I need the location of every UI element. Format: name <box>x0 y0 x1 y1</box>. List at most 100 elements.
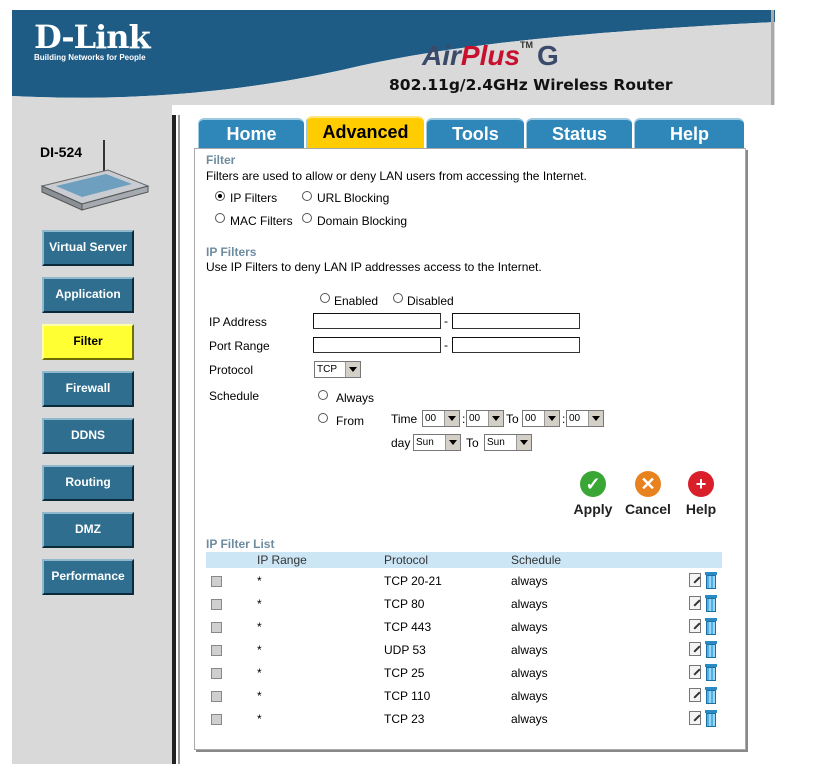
tab-help[interactable]: Help <box>634 118 744 148</box>
row-checkbox[interactable] <box>211 622 222 633</box>
time-colon-1: : <box>462 412 466 426</box>
table-row: * TCP 110 always <box>206 687 722 708</box>
tab-home[interactable]: Home <box>198 118 304 148</box>
brand-plus: Plus <box>460 40 521 71</box>
row-checkbox[interactable] <box>211 576 222 587</box>
sidebar-item-filter[interactable]: Filter <box>42 324 134 360</box>
ip-filters-radio[interactable] <box>215 191 225 201</box>
time-to-hour-select[interactable]: 00 <box>522 410 560 427</box>
trash-icon[interactable] <box>705 641 717 658</box>
trash-icon[interactable] <box>705 595 717 612</box>
ip-filters-title: IP Filters <box>206 245 257 259</box>
row-protocol: TCP 110 <box>384 689 431 703</box>
apply-button[interactable]: ✓ Apply <box>570 471 616 517</box>
url-blocking-radio[interactable] <box>302 191 312 201</box>
chevron-down-icon <box>445 435 460 450</box>
from-label: From <box>336 414 364 428</box>
chevron-down-icon <box>588 411 603 426</box>
protocol-select-value: TCP <box>317 364 337 375</box>
help-button[interactable]: + Help <box>680 471 722 517</box>
ip-address-start-input[interactable] <box>313 313 441 329</box>
trash-icon[interactable] <box>705 572 717 589</box>
row-checkbox[interactable] <box>211 714 222 725</box>
tab-advanced[interactable]: Advanced <box>306 116 424 148</box>
sidebar-item-virtual-server[interactable]: Virtual Server <box>42 230 134 266</box>
airplus-g-logo: AirPlusTM G <box>422 40 559 72</box>
sidebar-item-performance[interactable]: Performance <box>42 559 134 595</box>
edit-icon[interactable] <box>689 665 701 679</box>
sidebar-item-dmz[interactable]: DMZ <box>42 512 134 548</box>
row-protocol: TCP 80 <box>384 597 425 611</box>
chevron-down-icon <box>345 362 360 377</box>
filter-title: Filter <box>206 153 236 167</box>
port-range-dash: - <box>444 338 448 352</box>
trash-icon[interactable] <box>705 664 717 681</box>
day-to-select[interactable]: Sun <box>484 434 532 451</box>
day-to-label: To <box>466 436 479 450</box>
edit-icon[interactable] <box>689 711 701 725</box>
column-ip-range: IP Range <box>257 553 307 567</box>
row-schedule: always <box>511 643 548 657</box>
chevron-down-icon <box>444 411 459 426</box>
edit-icon[interactable] <box>689 573 701 587</box>
from-radio[interactable] <box>318 413 328 423</box>
tab-status[interactable]: Status <box>526 118 632 148</box>
sidebar-item-ddns[interactable]: DDNS <box>42 418 134 454</box>
sidebar-divider <box>172 115 176 764</box>
row-checkbox[interactable] <box>211 599 222 610</box>
trash-icon[interactable] <box>705 687 717 704</box>
trash-icon[interactable] <box>705 618 717 635</box>
row-protocol: TCP 25 <box>384 666 425 680</box>
ip-range-dash: - <box>444 314 448 328</box>
row-schedule: always <box>511 574 548 588</box>
row-ip-range: * <box>257 620 262 634</box>
port-end-input[interactable] <box>452 337 580 353</box>
trash-icon[interactable] <box>705 710 717 727</box>
port-start-input[interactable] <box>313 337 441 353</box>
column-schedule: Schedule <box>511 553 562 567</box>
edit-icon[interactable] <box>689 596 701 610</box>
row-protocol: TCP 23 <box>384 712 425 726</box>
ip-filters-label: IP Filters <box>230 191 278 205</box>
cancel-button[interactable]: ✕ Cancel <box>622 471 674 517</box>
time-colon-2: : <box>562 412 566 426</box>
header-right-edge <box>771 10 774 105</box>
always-radio[interactable] <box>318 390 328 400</box>
row-checkbox[interactable] <box>211 691 222 702</box>
chevron-down-icon <box>544 411 559 426</box>
time-to-label: To <box>506 412 519 426</box>
row-checkbox[interactable] <box>211 668 222 679</box>
disabled-radio[interactable] <box>393 293 403 303</box>
row-checkbox[interactable] <box>211 645 222 656</box>
time-from-hour-select[interactable]: 00 <box>422 410 460 427</box>
time-from-hour-value: 00 <box>425 413 437 424</box>
always-label: Always <box>336 391 375 405</box>
row-ip-range: * <box>257 666 262 680</box>
brand-air: Air <box>422 40 461 71</box>
day-label: day <box>391 436 411 450</box>
time-from-min-select[interactable]: 00 <box>466 410 504 427</box>
edit-icon[interactable] <box>689 688 701 702</box>
sidebar-item-routing[interactable]: Routing <box>42 465 134 501</box>
mac-filters-radio[interactable] <box>215 213 225 223</box>
table-row: * UDP 53 always <box>206 641 722 662</box>
enabled-radio[interactable] <box>320 293 330 303</box>
sidebar-item-application[interactable]: Application <box>42 277 134 313</box>
day-to-value: Sun <box>487 437 505 448</box>
help-label: Help <box>685 501 717 517</box>
domain-blocking-radio[interactable] <box>302 213 312 223</box>
tab-tools[interactable]: Tools <box>426 118 524 148</box>
edit-icon[interactable] <box>689 642 701 656</box>
day-from-value: Sun <box>416 437 434 448</box>
dlink-logo: D-Link <box>34 18 151 56</box>
table-row: * TCP 443 always <box>206 618 722 639</box>
row-protocol: UDP 53 <box>384 643 426 657</box>
protocol-select[interactable]: TCP <box>314 361 361 378</box>
day-from-select[interactable]: Sun <box>413 434 461 451</box>
time-to-min-select[interactable]: 00 <box>566 410 604 427</box>
sidebar-item-firewall[interactable]: Firewall <box>42 371 134 407</box>
time-from-min-value: 00 <box>469 413 481 424</box>
row-schedule: always <box>511 689 548 703</box>
edit-icon[interactable] <box>689 619 701 633</box>
ip-address-end-input[interactable] <box>452 313 580 329</box>
